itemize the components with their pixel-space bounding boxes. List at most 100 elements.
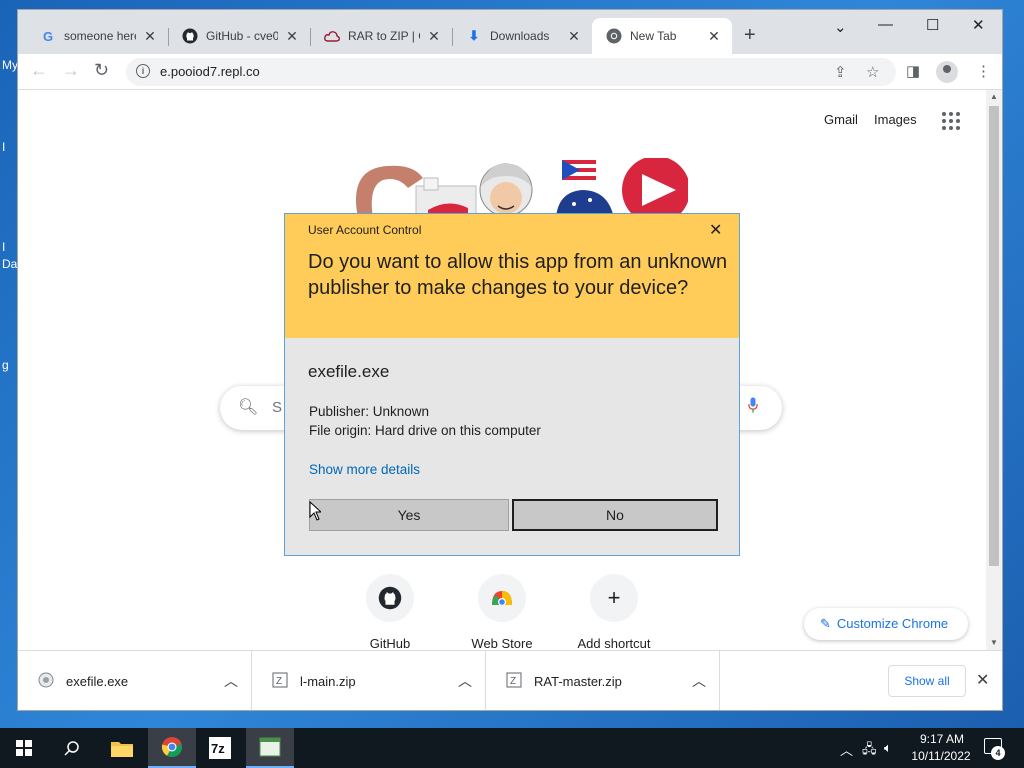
svg-text:Z: Z bbox=[510, 676, 516, 687]
download-item[interactable]: exefile.exe ︿ bbox=[18, 651, 252, 710]
zip-file-icon: Z bbox=[272, 672, 288, 688]
uac-publisher: Publisher: Unknown bbox=[309, 404, 430, 419]
exe-file-icon bbox=[38, 672, 54, 688]
tab-downloads[interactable]: ⬇ Downloads ✕ bbox=[452, 18, 592, 54]
chevron-up-icon[interactable]: ︿ bbox=[224, 671, 238, 691]
download-icon: ⬇ bbox=[468, 28, 480, 43]
chrome-web-store-icon bbox=[478, 574, 526, 622]
shortcut-add[interactable]: + Add shortcut bbox=[564, 574, 664, 651]
close-tab-icon[interactable]: ✕ bbox=[706, 28, 722, 45]
maximize-icon[interactable]: ☐ bbox=[926, 16, 939, 34]
google-doodle[interactable] bbox=[328, 158, 688, 218]
google-apps-icon[interactable] bbox=[942, 112, 960, 130]
chevron-up-icon[interactable]: ︿ bbox=[692, 671, 706, 691]
clock-time[interactable]: 9:17 AM bbox=[912, 732, 972, 746]
close-tab-icon[interactable]: ✕ bbox=[426, 28, 442, 45]
desktop-icon-label[interactable]: I bbox=[2, 140, 5, 154]
7zip-icon[interactable]: 7z bbox=[196, 728, 244, 768]
show-more-details-link[interactable]: Show more details bbox=[309, 462, 420, 477]
reload-icon[interactable]: ↻ bbox=[94, 60, 109, 81]
share-icon[interactable]: ⇪ bbox=[834, 63, 847, 81]
taskbar: 7z ︿ 🖧 🔈︎ 9:17 AM 10/11/2022 4 bbox=[0, 728, 1024, 768]
yes-button[interactable]: Yes bbox=[309, 499, 509, 531]
browser-toolbar: ← → ↻ i e.pooiod7.repl.co ⇪ ☆ ◨ ⋮ bbox=[18, 54, 1002, 90]
close-icon[interactable]: ✕ bbox=[709, 220, 722, 240]
profile-avatar-icon[interactable] bbox=[936, 61, 958, 83]
back-arrow-icon[interactable]: ← bbox=[30, 60, 48, 81]
tab-title: New Tab bbox=[630, 29, 677, 43]
uac-title: User Account Control bbox=[308, 223, 422, 237]
close-tab-icon[interactable]: ✕ bbox=[566, 28, 582, 45]
tab-title: Downloads bbox=[490, 29, 550, 43]
address-url[interactable]: e.pooiod7.repl.co bbox=[160, 64, 260, 79]
shortcut-github[interactable]: GitHub bbox=[340, 574, 440, 651]
tab-google[interactable]: G someone here ✕ bbox=[26, 18, 168, 54]
google-icon: G bbox=[42, 28, 54, 44]
plus-icon: + bbox=[590, 574, 638, 622]
minimize-icon[interactable]: — bbox=[878, 16, 893, 33]
microphone-icon[interactable] bbox=[748, 397, 758, 413]
desktop-icon-label[interactable]: g bbox=[2, 358, 9, 372]
download-filename: RAT-master.zip bbox=[534, 674, 622, 689]
tab-strip: G someone here ✕ GitHub - cve0 ✕ RAR to … bbox=[18, 10, 1002, 54]
forward-arrow-icon[interactable]: → bbox=[62, 60, 80, 81]
tab-search-chevron-icon[interactable]: ⌄ bbox=[834, 18, 847, 36]
site-info-icon[interactable]: i bbox=[136, 64, 150, 78]
shortcut-web-store[interactable]: Web Store bbox=[452, 574, 552, 651]
close-window-icon[interactable]: ✕ bbox=[972, 16, 985, 34]
clock-date[interactable]: 10/11/2022 bbox=[908, 749, 974, 763]
side-panel-icon[interactable]: ◨ bbox=[906, 62, 920, 80]
new-tab-button[interactable]: + bbox=[744, 24, 756, 47]
tab-new-tab[interactable]: New Tab ✕ bbox=[592, 18, 732, 54]
volume-icon[interactable]: 🔈︎ bbox=[884, 740, 892, 756]
images-link[interactable]: Images bbox=[874, 112, 917, 127]
uac-question: Do you want to allow this app from an un… bbox=[308, 251, 728, 299]
close-tab-icon[interactable]: ✕ bbox=[142, 28, 158, 45]
github-icon bbox=[366, 574, 414, 622]
shortcut-label: GitHub bbox=[369, 636, 411, 651]
page-scrollbar[interactable]: ▲ ▼ bbox=[986, 90, 1002, 650]
tab-github[interactable]: GitHub - cve0 ✕ bbox=[168, 18, 310, 54]
close-shelf-icon[interactable]: ✕ bbox=[976, 670, 989, 690]
tray-chevron-up-icon[interactable]: ︿ bbox=[840, 740, 853, 759]
gmail-link[interactable]: Gmail bbox=[824, 112, 858, 127]
scroll-down-icon[interactable]: ▼ bbox=[990, 638, 998, 647]
chrome-icon bbox=[606, 28, 622, 44]
tab-title: RAR to ZIP | C bbox=[348, 29, 420, 43]
network-icon[interactable]: 🖧 bbox=[862, 740, 877, 762]
download-item[interactable]: Z RAT-master.zip ︿ bbox=[486, 651, 720, 710]
notification-count: 4 bbox=[991, 746, 1005, 760]
desktop-icon-label[interactable]: My bbox=[2, 58, 18, 72]
customize-chrome-button[interactable]: ✎ Customize Chrome bbox=[804, 608, 968, 640]
windows-start-icon[interactable] bbox=[16, 740, 32, 756]
show-all-button[interactable]: Show all bbox=[888, 665, 966, 697]
desktop-icon-label[interactable]: I bbox=[2, 240, 5, 254]
address-bar[interactable]: i e.pooiod7.repl.co ⇪ ☆ bbox=[126, 58, 896, 86]
uac-dialog: User Account Control ✕ Do you want to al… bbox=[284, 213, 740, 556]
github-icon bbox=[182, 28, 198, 44]
uac-header: User Account Control ✕ Do you want to al… bbox=[285, 214, 739, 338]
chrome-icon[interactable] bbox=[148, 728, 196, 768]
download-item[interactable]: Z l-main.zip ︿ bbox=[252, 651, 486, 710]
menu-dots-icon[interactable]: ⋮ bbox=[976, 62, 991, 80]
search-icon[interactable] bbox=[48, 728, 96, 768]
no-button[interactable]: No bbox=[512, 499, 718, 531]
customize-label: Customize Chrome bbox=[836, 616, 949, 631]
tab-rar-to-zip[interactable]: RAR to ZIP | C ✕ bbox=[310, 18, 452, 54]
desktop-icon-label[interactable]: Da bbox=[2, 257, 17, 271]
scroll-thumb[interactable] bbox=[989, 106, 999, 566]
bookmark-star-icon[interactable]: ☆ bbox=[866, 63, 879, 81]
chevron-up-icon[interactable]: ︿ bbox=[458, 671, 472, 691]
download-filename: l-main.zip bbox=[300, 674, 356, 689]
shortcut-label: Add shortcut bbox=[577, 636, 651, 651]
download-filename: exefile.exe bbox=[66, 674, 129, 689]
close-tab-icon[interactable]: ✕ bbox=[284, 28, 300, 45]
uac-file-origin: File origin: Hard drive on this computer bbox=[309, 423, 541, 438]
search-icon: 🔍︎ bbox=[238, 399, 259, 416]
search-placeholder: S bbox=[272, 399, 283, 416]
file-explorer-icon[interactable] bbox=[98, 728, 146, 768]
app-window-icon[interactable] bbox=[246, 728, 294, 768]
zip-file-icon: Z bbox=[506, 672, 522, 688]
pencil-icon: ✎ bbox=[820, 616, 831, 631]
scroll-up-icon[interactable]: ▲ bbox=[990, 92, 998, 101]
